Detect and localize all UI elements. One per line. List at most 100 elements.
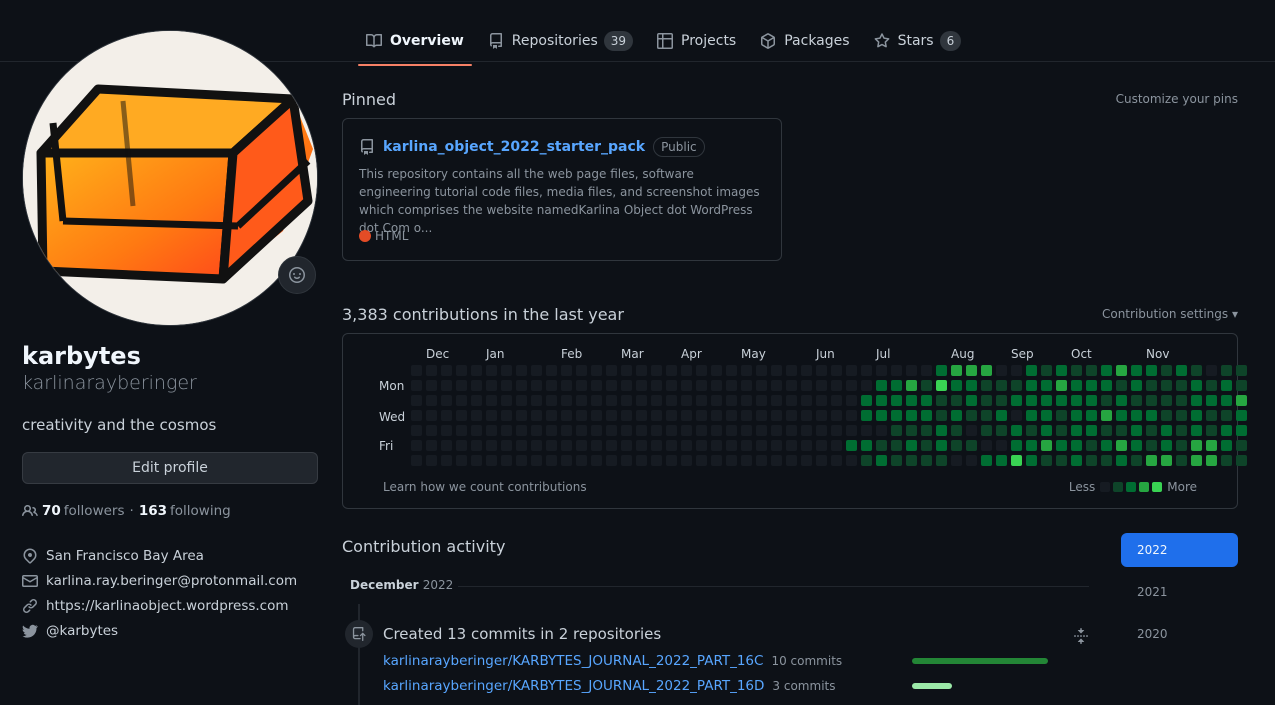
contribution-cell[interactable] [936,425,947,436]
contribution-cell[interactable] [561,455,572,466]
contribution-cell[interactable] [861,380,872,391]
contribution-cell[interactable] [921,455,932,466]
contribution-cell[interactable] [576,380,587,391]
contribution-cell[interactable] [1131,455,1142,466]
contribution-cell[interactable] [696,425,707,436]
contribution-cell[interactable] [1206,425,1217,436]
contribution-cell[interactable] [1041,380,1052,391]
contribution-cell[interactable] [1221,410,1232,421]
contribution-cell[interactable] [1071,395,1082,406]
contribution-cell[interactable] [981,395,992,406]
contribution-cell[interactable] [621,410,632,421]
contribution-cell[interactable] [1056,425,1067,436]
contribution-cell[interactable] [1191,455,1202,466]
contribution-cell[interactable] [801,380,812,391]
contribution-cell[interactable] [591,440,602,451]
contribution-cell[interactable] [471,365,482,376]
contribution-cell[interactable] [1131,410,1142,421]
contribution-cell[interactable] [906,425,917,436]
contribution-cell[interactable] [831,380,842,391]
contribution-cell[interactable] [1191,440,1202,451]
learn-contributions-link[interactable]: Learn how we count contributions [383,480,587,494]
contribution-cell[interactable] [1071,365,1082,376]
contribution-cell[interactable] [1116,455,1127,466]
contribution-cell[interactable] [411,455,422,466]
contribution-cell[interactable] [501,455,512,466]
contribution-cell[interactable] [1116,410,1127,421]
contribution-cell[interactable] [1146,380,1157,391]
contribution-cell[interactable] [636,425,647,436]
contribution-cell[interactable] [546,380,557,391]
contribution-cell[interactable] [441,410,452,421]
contribution-cell[interactable] [966,440,977,451]
contribution-cell[interactable] [1206,440,1217,451]
contribution-cell[interactable] [816,380,827,391]
contribution-cell[interactable] [1026,455,1037,466]
contribution-cell[interactable] [876,395,887,406]
contribution-cell[interactable] [756,410,767,421]
contribution-cell[interactable] [981,440,992,451]
pinned-repo-link[interactable]: karlina_object_2022_starter_pack [383,139,645,155]
contribution-cell[interactable] [951,455,962,466]
contribution-cell[interactable] [1191,425,1202,436]
contribution-cell[interactable] [486,425,497,436]
contribution-cell[interactable] [801,395,812,406]
contribution-cell[interactable] [1101,395,1112,406]
contribution-cell[interactable] [1041,395,1052,406]
contribution-cell[interactable] [936,365,947,376]
contribution-cell[interactable] [771,410,782,421]
contribution-cell[interactable] [756,425,767,436]
contribution-cell[interactable] [411,395,422,406]
contribution-cell[interactable] [561,425,572,436]
contribution-cell[interactable] [801,440,812,451]
contribution-cell[interactable] [741,395,752,406]
contribution-cell[interactable] [801,410,812,421]
tab-packages[interactable]: Packages [752,24,857,58]
contribution-cell[interactable] [1071,380,1082,391]
contribution-cell[interactable] [681,395,692,406]
contribution-cell[interactable] [1191,365,1202,376]
contribution-cell[interactable] [966,410,977,421]
contribution-cell[interactable] [546,455,557,466]
contribution-cell[interactable] [711,440,722,451]
contribution-cell[interactable] [606,410,617,421]
contribution-cell[interactable] [771,425,782,436]
contribution-cell[interactable] [546,395,557,406]
contribution-cell[interactable] [966,365,977,376]
contribution-cell[interactable] [831,395,842,406]
contribution-cell[interactable] [621,440,632,451]
contribution-cell[interactable] [816,365,827,376]
contribution-cell[interactable] [951,410,962,421]
contribution-cell[interactable] [936,410,947,421]
contribution-cell[interactable] [636,410,647,421]
website-item[interactable]: https://karlinaobject.wordpress.com [22,593,297,618]
contribution-cell[interactable] [861,440,872,451]
contribution-cell[interactable] [936,395,947,406]
contribution-cell[interactable] [1026,440,1037,451]
contribution-cell[interactable] [636,395,647,406]
contribution-cell[interactable] [1026,410,1037,421]
contribution-cell[interactable] [771,365,782,376]
tab-overview[interactable]: Overview [358,24,472,66]
contribution-cell[interactable] [486,365,497,376]
contribution-cell[interactable] [606,380,617,391]
contribution-cell[interactable] [531,395,542,406]
contribution-cell[interactable] [1161,365,1172,376]
contribution-cell[interactable] [681,455,692,466]
contribution-cell[interactable] [981,425,992,436]
contribution-cell[interactable] [846,395,857,406]
contribution-cell[interactable] [921,440,932,451]
contribution-cell[interactable] [951,365,962,376]
contribution-cell[interactable] [441,395,452,406]
contribution-cell[interactable] [1101,410,1112,421]
contribution-cell[interactable] [921,425,932,436]
contribution-cell[interactable] [441,455,452,466]
contribution-cell[interactable] [696,440,707,451]
contribution-cell[interactable] [516,425,527,436]
contribution-cell[interactable] [831,365,842,376]
contribution-cell[interactable] [441,440,452,451]
contribution-cell[interactable] [1041,410,1052,421]
contribution-cell[interactable] [1116,365,1127,376]
followers-link[interactable]: 70 followers [42,503,125,519]
contribution-cell[interactable] [966,395,977,406]
